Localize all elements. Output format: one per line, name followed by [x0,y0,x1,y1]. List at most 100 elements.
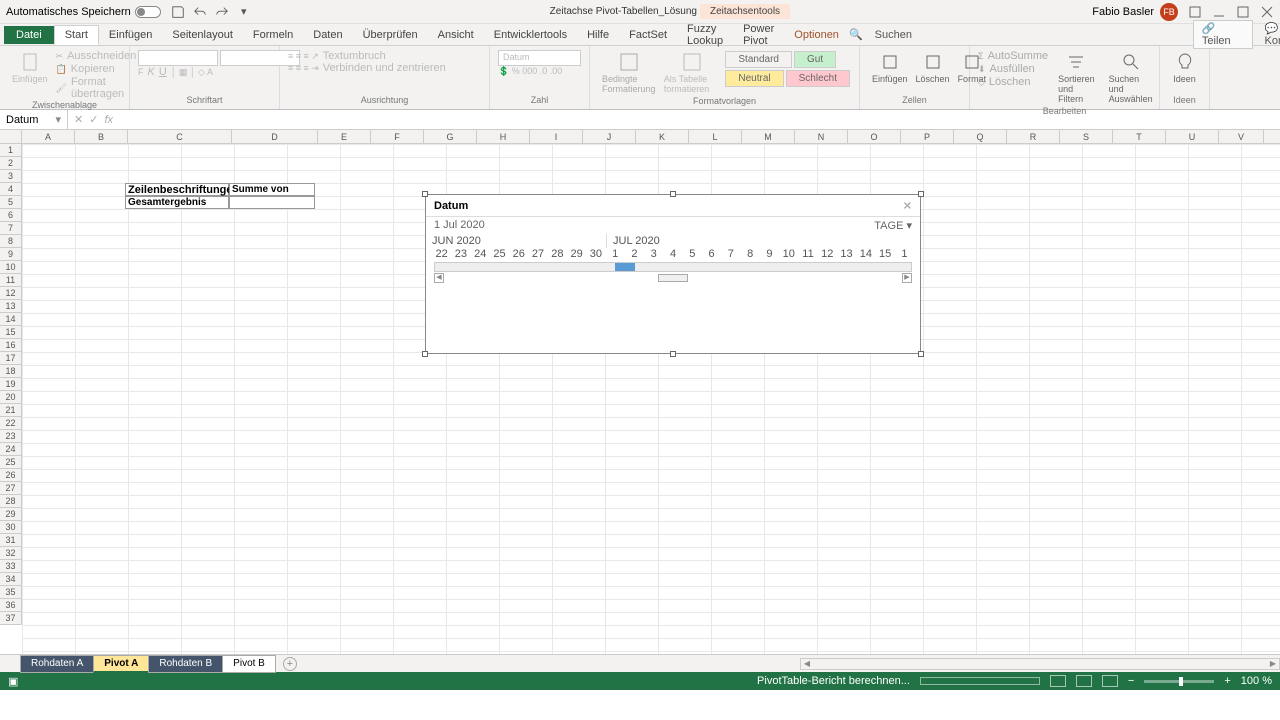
row-header-9[interactable]: 9 [0,248,21,261]
row-header-23[interactable]: 23 [0,430,21,443]
slicer-day[interactable]: 5 [683,248,702,260]
zoom-in-icon[interactable]: + [1224,675,1230,687]
tab-data[interactable]: Daten [303,26,352,44]
style-bad[interactable]: Schlecht [786,70,850,87]
row-header-30[interactable]: 30 [0,521,21,534]
sheet-tab[interactable]: Rohdaten A [20,655,94,673]
col-header-P[interactable]: P [901,130,954,143]
row-header-24[interactable]: 24 [0,443,21,456]
delete-cells-button[interactable]: Löschen [912,50,954,86]
slicer-day[interactable]: 8 [741,248,760,260]
col-header-U[interactable]: U [1166,130,1219,143]
slicer-day[interactable]: 30 [586,248,605,260]
tab-view[interactable]: Ansicht [428,26,484,44]
row-header-34[interactable]: 34 [0,573,21,586]
row-header-25[interactable]: 25 [0,456,21,469]
resize-handle-ne[interactable] [918,191,924,197]
col-header-R[interactable]: R [1007,130,1060,143]
zoom-slider[interactable] [1144,680,1214,683]
row-header-33[interactable]: 33 [0,560,21,573]
tab-insert[interactable]: Einfügen [99,26,162,44]
row-header-35[interactable]: 35 [0,586,21,599]
slicer-day[interactable]: 3 [644,248,663,260]
slicer-day[interactable]: 27 [528,248,547,260]
timeline-slicer[interactable]: Datum ⨯ 1 Jul 2020 TAGE ▾ JUN 2020 JUL 2… [425,194,921,354]
col-header-T[interactable]: T [1113,130,1166,143]
row-header-5[interactable]: 5 [0,196,21,209]
insert-cells-button[interactable]: Einfügen [868,50,912,86]
col-header-G[interactable]: G [424,130,477,143]
pivot-grandtotal-value[interactable] [229,196,315,209]
redo-icon[interactable] [215,5,229,19]
save-icon[interactable] [171,5,185,19]
row-header-37[interactable]: 37 [0,612,21,625]
col-header-D[interactable]: D [232,130,318,143]
slicer-level-dropdown[interactable]: TAGE ▾ [874,219,912,232]
slicer-day[interactable]: 26 [509,248,528,260]
row-header-14[interactable]: 14 [0,313,21,326]
close-icon[interactable] [1260,5,1274,19]
slicer-day[interactable]: 29 [567,248,586,260]
row-header-13[interactable]: 13 [0,300,21,313]
slicer-day[interactable]: 12 [818,248,837,260]
user-account[interactable]: Fabio Basler FB [1092,3,1178,21]
col-header-S[interactable]: S [1060,130,1113,143]
col-header-I[interactable]: I [530,130,583,143]
col-header-F[interactable]: F [371,130,424,143]
row-header-26[interactable]: 26 [0,469,21,482]
resize-handle-nw[interactable] [422,191,428,197]
view-pagebreak-icon[interactable] [1102,675,1118,687]
toggle-switch[interactable] [135,6,161,18]
row-header-12[interactable]: 12 [0,287,21,300]
row-header-31[interactable]: 31 [0,534,21,547]
slicer-day[interactable]: 11 [798,248,817,260]
row-header-36[interactable]: 36 [0,599,21,612]
col-header-E[interactable]: E [318,130,371,143]
slicer-day[interactable]: 15 [875,248,894,260]
formula-input[interactable] [119,114,1274,126]
slicer-day[interactable]: 2 [625,248,644,260]
tab-start[interactable]: Start [54,25,99,45]
sheet-tab[interactable]: Pivot A [93,655,149,673]
slicer-track[interactable] [434,262,912,272]
hscroll-left[interactable]: ◀ [801,659,813,668]
row-header-28[interactable]: 28 [0,495,21,508]
row-header-21[interactable]: 21 [0,404,21,417]
slicer-day[interactable]: 1 [606,248,625,260]
pivot-values-header[interactable]: Summe von Umsatz [229,183,315,196]
slicer-scroll-left[interactable]: ◀ [434,273,444,283]
undo-icon[interactable] [193,5,207,19]
comments-button[interactable]: 💬 Kommentare [1265,22,1280,47]
tab-formulas[interactable]: Formeln [243,26,303,44]
col-header-A[interactable]: A [22,130,75,143]
tab-fuzzy[interactable]: Fuzzy Lookup [677,20,733,50]
fx-icon[interactable]: fx [104,114,113,126]
tab-file[interactable]: Datei [4,26,54,44]
hscroll-right[interactable]: ▶ [1267,659,1279,668]
tab-developer[interactable]: Entwicklertools [484,26,577,44]
slicer-selection[interactable] [615,263,635,271]
slicer-day[interactable]: 7 [721,248,740,260]
row-header-4[interactable]: 4 [0,183,21,196]
slicer-day[interactable]: 22 [432,248,451,260]
tab-factset[interactable]: FactSet [619,26,677,44]
slicer-day[interactable]: 9 [760,248,779,260]
col-header-H[interactable]: H [477,130,530,143]
resize-handle-n[interactable] [670,191,676,197]
row-header-16[interactable]: 16 [0,339,21,352]
slicer-day[interactable]: 24 [471,248,490,260]
find-select-button[interactable]: Suchen und Auswählen [1105,50,1157,106]
slicer-day[interactable]: 25 [490,248,509,260]
row-header-17[interactable]: 17 [0,352,21,365]
share-button[interactable]: 🔗 Teilen [1193,20,1253,49]
row-header-10[interactable]: 10 [0,261,21,274]
ribbon-options-icon[interactable] [1188,5,1202,19]
search-placeholder[interactable]: Suchen [875,29,912,41]
row-header-6[interactable]: 6 [0,209,21,222]
autosave-toggle[interactable]: Automatisches Speichern [6,6,161,18]
row-header-7[interactable]: 7 [0,222,21,235]
maximize-icon[interactable] [1236,5,1250,19]
slicer-day[interactable]: 6 [702,248,721,260]
col-header-C[interactable]: C [128,130,232,143]
pivot-rowlabels-header[interactable]: Zeilenbeschriftungen ▾ [125,183,229,196]
